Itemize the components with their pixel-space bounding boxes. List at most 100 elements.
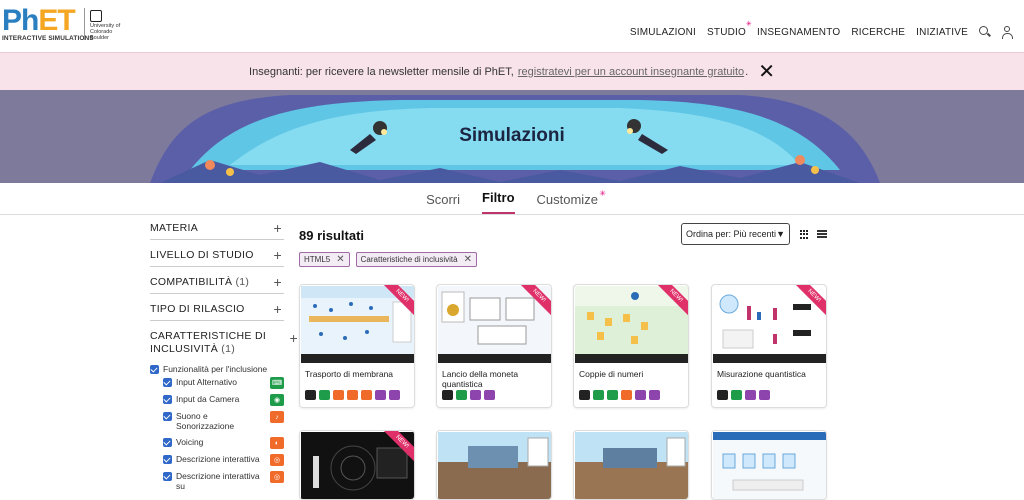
checkbox[interactable] [150, 365, 159, 374]
tab-scorri[interactable]: Scorri [426, 192, 460, 214]
sim-thumbnail [713, 432, 826, 499]
view-tabs: Scorri Filtro Customize ✳ [0, 183, 1024, 215]
checkbox[interactable] [163, 455, 172, 464]
html5-icon [579, 390, 590, 400]
pan-icon [389, 390, 400, 400]
top-navigation-bar: PhET INTERACTIVE SIMULATIONS University … [0, 0, 1024, 52]
pan-icon [649, 390, 660, 400]
sim-card-misurazione-quantistica[interactable]: NEW! Misurazione quantistica [711, 284, 827, 408]
checkbox[interactable] [163, 378, 172, 387]
option-input-camera[interactable]: Input da Camera ◉ [150, 394, 284, 406]
phet-logo-subtitle: INTERACTIVE SIMULATIONS [2, 35, 94, 42]
filter-chip-inclusivita[interactable]: Caratteristiche di inclusività ✕ [355, 252, 477, 267]
html5-icon [442, 390, 453, 400]
option-input-alternativo[interactable]: Input Alternativo ⌨ [150, 377, 284, 389]
description-icon [361, 390, 372, 400]
expand-plus-icon[interactable]: + [274, 301, 282, 317]
option-descrizione-interattiva[interactable]: Descrizione interattiva ◎ [150, 454, 284, 466]
new-burst-icon: ✳ [599, 189, 606, 198]
search-icon[interactable] [979, 26, 991, 38]
nav-insegnamento[interactable]: INSEGNAMENTO [757, 27, 840, 38]
pan-icon [759, 390, 770, 400]
checkbox[interactable] [163, 472, 172, 481]
interactive-description-icon: ◎ [270, 471, 284, 483]
hero-banner: Simulazioni [0, 90, 1024, 183]
grid-view-icon[interactable] [800, 230, 810, 239]
zoom-icon [375, 390, 386, 400]
html5-icon [305, 390, 316, 400]
interactive-description-icon: ◎ [270, 454, 284, 466]
filter-livello[interactable]: LIVELLO DI STUDIO + [150, 245, 284, 267]
alternative-input-icon: ⌨ [270, 377, 284, 389]
nav-simulazioni[interactable]: SIMULAZIONI [630, 27, 696, 38]
feature-icons [442, 390, 495, 400]
option-descrizione-interattiva-su[interactable]: Descrizione interattiva su ◎ [150, 471, 284, 491]
sim-card-row2-4[interactable] [711, 430, 827, 500]
expand-plus-icon[interactable]: + [290, 331, 298, 345]
remove-chip-icon[interactable]: ✕ [464, 254, 472, 265]
zoom-icon [635, 390, 646, 400]
feature-icons [305, 390, 400, 400]
filter-tipo-rilascio[interactable]: TIPO DI RILASCIO + [150, 299, 284, 321]
results-count: 89 risultati [299, 228, 365, 243]
sound-icon [333, 390, 344, 400]
expand-plus-icon[interactable]: + [274, 220, 282, 236]
filter-chip-html5[interactable]: HTML5 ✕ [299, 252, 350, 267]
nav-ricerche[interactable]: RICERCHE [851, 27, 905, 38]
page-title: Simulazioni [459, 125, 565, 146]
list-view-icon[interactable] [817, 230, 827, 239]
sim-title: Misurazione quantistica [717, 369, 806, 379]
expand-plus-icon[interactable]: + [274, 274, 282, 290]
sound-icon [621, 390, 632, 400]
filter-inclusivita[interactable]: CARATTERISTICHE DI INCLUSIVITÀ (1) + [150, 326, 298, 361]
nav-studio[interactable]: STUDIO ✳ [707, 21, 752, 38]
checkbox[interactable] [163, 438, 172, 447]
option-suono[interactable]: Suono e Sonorizzazione ♪ [150, 411, 284, 431]
checkbox[interactable] [163, 395, 172, 404]
active-filter-chips: HTML5 ✕ Caratteristiche di inclusività ✕ [299, 252, 477, 267]
feature-icons [717, 390, 770, 400]
tab-filtro[interactable]: Filtro [482, 190, 515, 214]
expand-plus-icon[interactable]: + [274, 247, 282, 263]
teacher-newsletter-banner: Insegnanti: per ricevere la newsletter m… [0, 52, 1024, 90]
user-icon[interactable] [1002, 26, 1014, 39]
sim-card-row2-2[interactable] [436, 430, 552, 500]
sim-card-row2-3[interactable] [573, 430, 689, 500]
sort-select[interactable]: Ordina per: Più recenti ▼ [681, 223, 790, 245]
checkbox[interactable] [163, 412, 172, 421]
filter-compatibilita[interactable]: COMPATIBILITÀ (1) + [150, 272, 284, 294]
sim-card-lancio-moneta[interactable]: NEW! Lancio della moneta quantistica [436, 284, 552, 408]
zoom-icon [745, 390, 756, 400]
camera-input-icon: ◉ [270, 394, 284, 406]
sim-title: Trasporto di membrana [305, 369, 394, 379]
option-voicing[interactable]: Voicing ◐ [150, 437, 284, 449]
chevron-down-icon: ▼ [776, 229, 785, 239]
camera-input-icon [607, 390, 618, 400]
sim-card-row2-1[interactable]: NEW! [299, 430, 415, 500]
sim-card-trasporto-membrana[interactable]: NEW! Trasporto di membrana [299, 284, 415, 408]
logo-divider [84, 8, 85, 40]
sim-card-coppie-numeri[interactable]: NEW! Coppie di numeri [573, 284, 689, 408]
new-burst-icon: ✳ [745, 20, 752, 28]
tab-customize[interactable]: Customize ✳ [537, 189, 606, 214]
sound-icon: ♪ [270, 411, 284, 423]
register-teacher-link[interactable]: registratevi per un account insegnante g… [518, 66, 744, 78]
alternative-input-icon [593, 390, 604, 400]
option-funzionalita-inclusione[interactable]: Funzionalità per l'inclusione [150, 364, 284, 374]
pan-icon [484, 390, 495, 400]
sim-thumbnail [438, 432, 551, 499]
html5-icon [717, 390, 728, 400]
voicing-icon: ◐ [270, 437, 284, 449]
sim-title: Coppie di numeri [579, 369, 644, 379]
feature-icons [579, 390, 660, 400]
alternative-input-icon [456, 390, 467, 400]
voicing-icon [347, 390, 358, 400]
nav-iniziative[interactable]: INIZIATIVE [916, 27, 968, 38]
remove-chip-icon[interactable]: ✕ [336, 254, 344, 265]
filter-sidebar: MATERIA + LIVELLO DI STUDIO + COMPATIBILIT… [150, 218, 298, 491]
close-icon[interactable]: ✕ [758, 62, 775, 82]
phet-logo[interactable]: PhET INTERACTIVE SIMULATIONS University … [0, 4, 120, 44]
sim-title: Lancio della moneta quantistica [442, 369, 519, 389]
filter-materia[interactable]: MATERIA + [150, 218, 284, 240]
alternative-input-icon [731, 390, 742, 400]
